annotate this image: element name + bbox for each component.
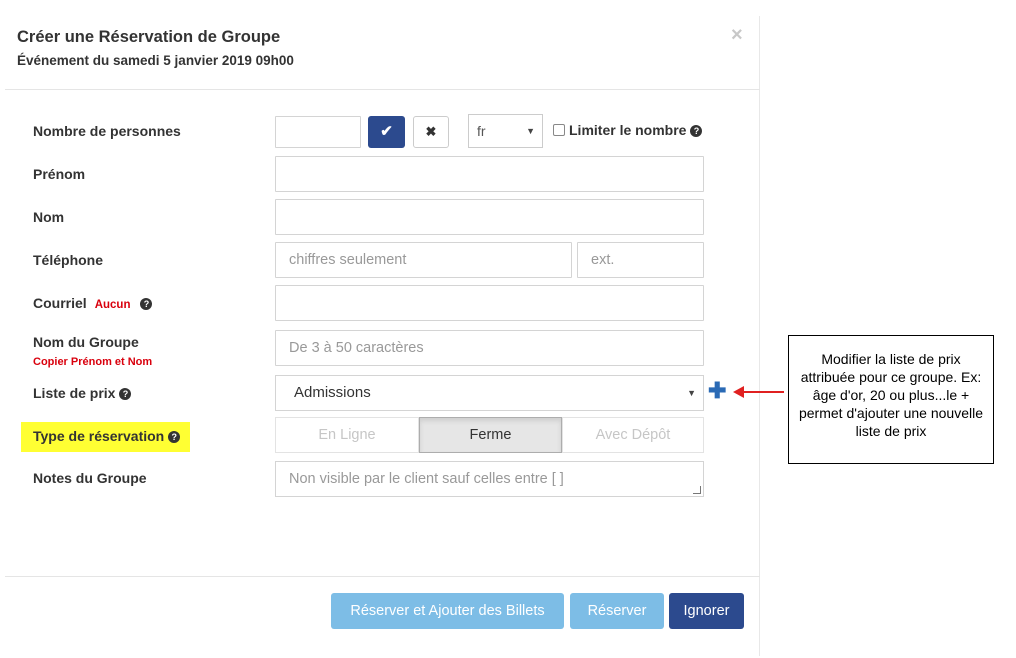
confirm-button[interactable]: ✔ (368, 116, 405, 148)
limiter-checkbox[interactable] (553, 124, 565, 136)
type-reservation-label-text: Type de réservation (33, 428, 165, 444)
type-option-en-ligne[interactable]: En Ligne (275, 417, 419, 453)
close-icon[interactable]: × (731, 24, 743, 47)
courriel-label: Courriel Aucun? (33, 295, 153, 311)
telephone-label: Téléphone (33, 252, 104, 268)
nom-groupe-input[interactable]: De 3 à 50 caractères (275, 330, 704, 366)
prenom-label: Prénom (33, 166, 86, 182)
courriel-input[interactable] (275, 285, 704, 321)
clear-button[interactable]: ✖ (413, 116, 449, 148)
type-option-avec-depot[interactable]: Avec Dépôt (562, 417, 704, 453)
language-selected: fr (477, 123, 486, 139)
telephone-input[interactable]: chiffres seulement (275, 242, 572, 278)
type-reservation-label: Type de réservation? (33, 428, 181, 444)
notes-groupe-textarea[interactable]: Non visible par le client sauf celles en… (275, 461, 704, 497)
nom-input[interactable] (275, 199, 704, 235)
question-circle-icon[interactable]: ? (690, 125, 703, 137)
type-option-ferme[interactable]: Ferme (419, 417, 562, 453)
annotation-arrow-line (742, 391, 784, 393)
check-icon: ✔ (380, 123, 393, 140)
question-circle-icon[interactable]: ? (140, 298, 153, 310)
nombre-personnes-label: Nombre de personnes (33, 123, 181, 139)
limiter-checkbox-group[interactable]: Limiter le nombre? (553, 122, 703, 138)
times-icon: ✖ (425, 124, 437, 139)
limiter-label: Limiter le nombre (569, 122, 687, 138)
footer-divider (5, 576, 760, 577)
question-circle-icon[interactable]: ? (119, 388, 132, 400)
modal-header: Créer une Réservation de Groupe Événemen… (5, 16, 760, 90)
liste-prix-label-text: Liste de prix (33, 385, 116, 401)
caret-down-icon: ▼ (526, 126, 535, 136)
liste-prix-select[interactable]: Admissions ▼ (275, 375, 704, 411)
copy-name-link[interactable]: Copier Prénom et Nom (33, 356, 152, 368)
notes-placeholder: Non visible par le client sauf celles en… (289, 471, 564, 487)
nombre-personnes-input[interactable] (275, 116, 361, 148)
nom-label: Nom (33, 209, 65, 225)
plus-icon[interactable]: ✚ (708, 380, 726, 402)
nom-groupe-label: Nom du Groupe (33, 334, 139, 350)
caret-down-icon: ▼ (687, 388, 696, 398)
question-circle-icon[interactable]: ? (168, 431, 181, 443)
notes-groupe-label: Notes du Groupe (33, 470, 147, 486)
liste-prix-selected: Admissions (294, 384, 371, 401)
telephone-ext-input[interactable]: ext. (577, 242, 704, 278)
annotation-box: Modifier la liste de prix attribuée pour… (788, 335, 994, 464)
group-reservation-modal: Créer une Réservation de Groupe Événemen… (5, 16, 760, 656)
annotation-arrow-head (733, 386, 744, 398)
courriel-note[interactable]: Aucun (95, 299, 131, 311)
resize-handle[interactable] (693, 486, 701, 494)
reserve-button[interactable]: Réserver (570, 593, 664, 629)
prenom-input[interactable] (275, 156, 704, 192)
reserve-add-tickets-button[interactable]: Réserver et Ajouter des Billets (331, 593, 564, 629)
modal-subtitle: Événement du samedi 5 janvier 2019 09h00 (17, 53, 294, 68)
liste-prix-label: Liste de prix? (33, 385, 132, 401)
courriel-label-text: Courriel (33, 295, 87, 311)
modal-title: Créer une Réservation de Groupe (17, 28, 281, 46)
language-select[interactable]: fr ▼ (468, 114, 543, 148)
ignore-button[interactable]: Ignorer (669, 593, 744, 629)
